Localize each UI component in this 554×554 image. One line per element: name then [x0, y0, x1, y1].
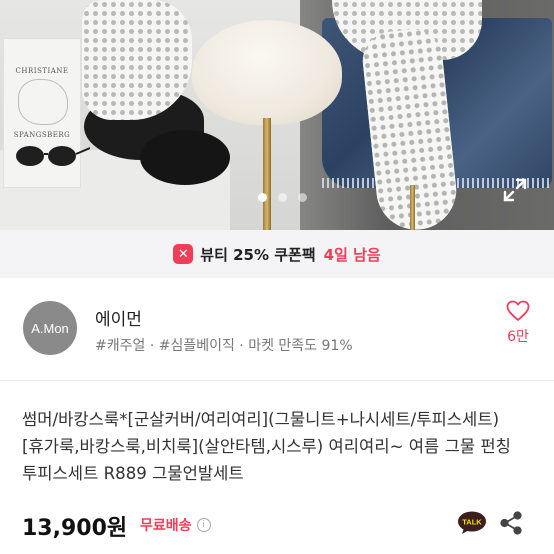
product-price: 13,900원 [22, 516, 128, 541]
sunglasses-prop [16, 146, 90, 166]
info-icon[interactable]: i [196, 518, 211, 532]
like-button[interactable]: 6만 [500, 300, 536, 346]
carousel-dot-active[interactable] [258, 193, 267, 202]
product-title: 썸머/바캉스룩*[군살커버/여리여리](그물니트+나시세트/투피스세트)[휴가룩… [22, 410, 511, 483]
seller-avatar[interactable]: A.Mon [23, 301, 77, 355]
share-icon[interactable] [498, 510, 524, 536]
mannequin-stand [263, 118, 271, 230]
book-sketch [18, 79, 68, 125]
like-count: 6만 [507, 329, 529, 345]
stand-pole [410, 185, 415, 230]
seller-name[interactable]: 에이먼 [95, 305, 142, 330]
carousel-dot[interactable] [298, 193, 307, 202]
coupon-days-left: 4일 남음 [323, 245, 381, 264]
carousel-dot[interactable] [278, 193, 287, 202]
mannequin [192, 20, 342, 125]
book-title-bottom: SPANGSBERG [13, 131, 71, 139]
heart-icon [506, 300, 530, 321]
seller-meta: #캐주얼 · #심플베이직 · 마켓 만족도 91% [95, 338, 353, 354]
coupon-banner[interactable]: ✕ 뷰티 25% 쿠폰팩 4일 남음 [0, 230, 554, 278]
section-divider [0, 380, 554, 381]
shipping-info[interactable]: 무료배송 i [140, 515, 211, 535]
black-hat-brim [140, 130, 230, 185]
expand-icon[interactable] [502, 177, 528, 203]
carousel-indicator [258, 193, 307, 202]
coupon-x-icon: ✕ [173, 244, 194, 264]
kakao-talk-icon[interactable]: TALK [457, 511, 487, 535]
kakao-talk-label: TALK [462, 518, 482, 527]
shipping-label: 무료배송 [140, 518, 192, 534]
product-image-carousel[interactable]: CHRISTIANE SPANGSBERG [0, 0, 554, 230]
seller-section[interactable]: A.Mon 에이먼 #캐주얼 · #심플베이직 · 마켓 만족도 91% 6만 [0, 278, 554, 378]
coupon-text: 뷰티 25% 쿠폰팩 [200, 245, 316, 264]
book-title-top: CHRISTIANE [15, 67, 69, 75]
